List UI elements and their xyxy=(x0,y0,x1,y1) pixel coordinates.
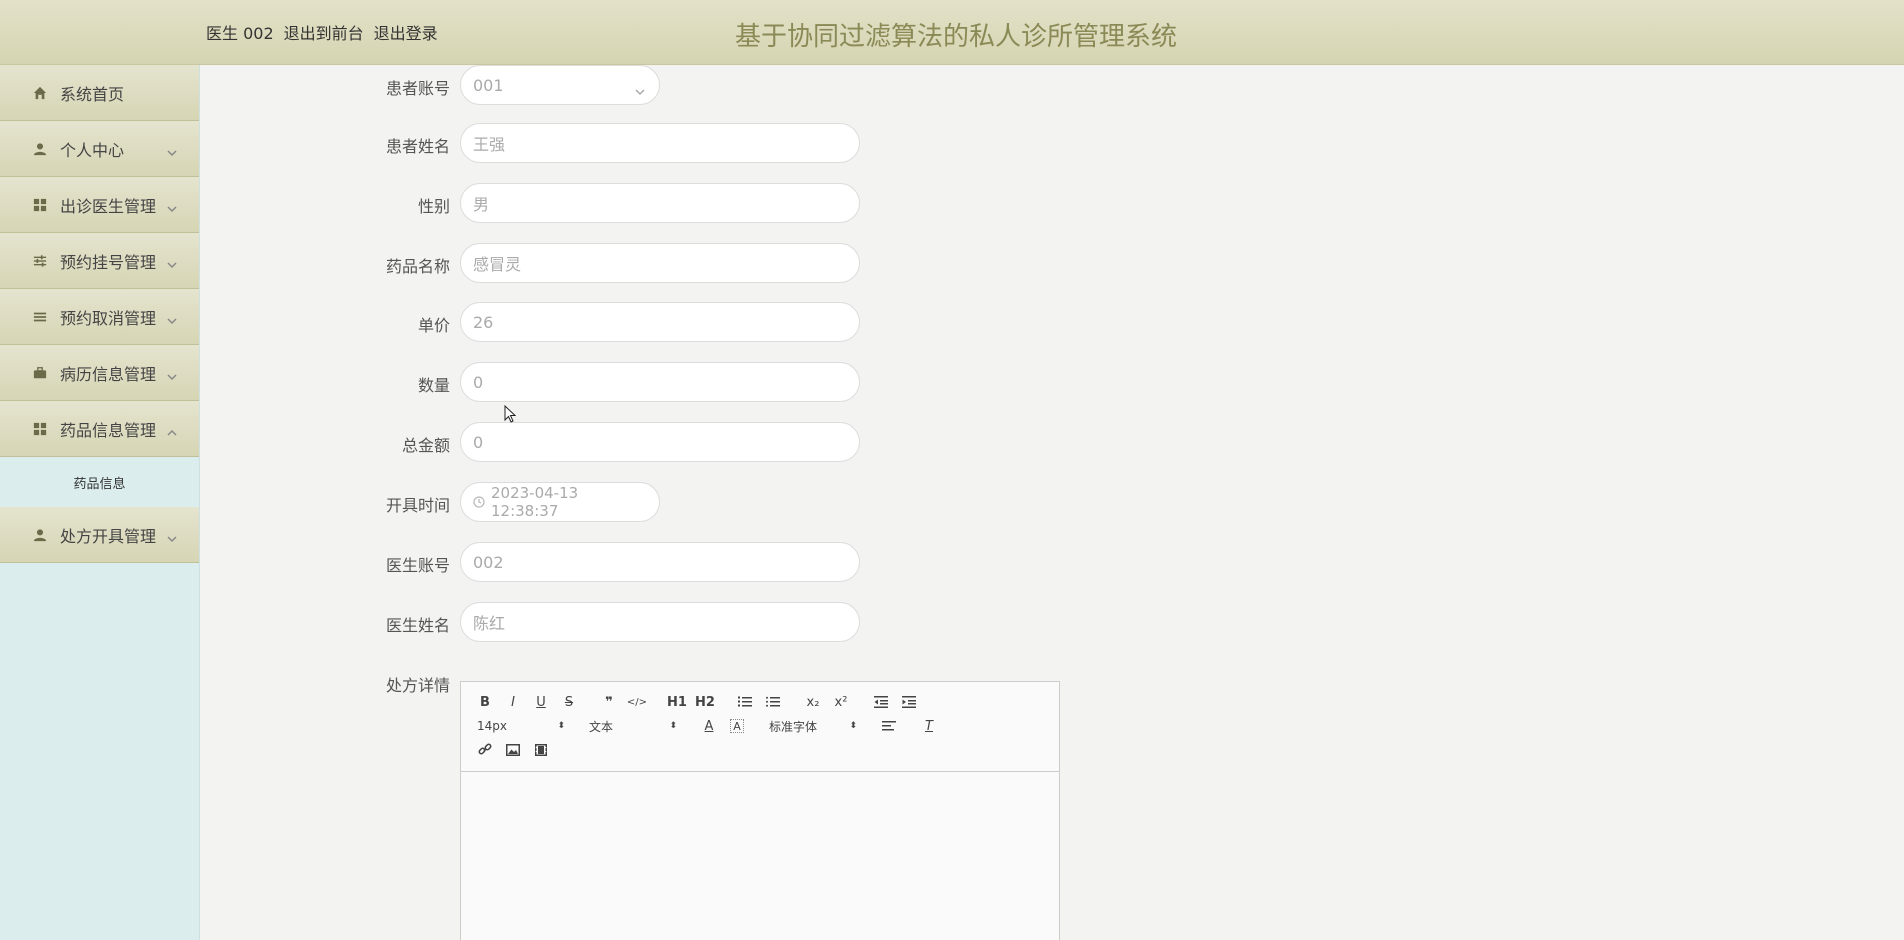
field-label: 医生姓名 xyxy=(385,616,450,635)
blockquote-icon[interactable]: ❞ xyxy=(595,690,623,714)
chevron-down-icon xyxy=(167,311,177,325)
patient-account-select[interactable]: 001 xyxy=(460,65,660,105)
quantity-input[interactable]: 0 xyxy=(460,362,860,402)
strikethrough-icon[interactable]: S xyxy=(555,690,583,714)
subscript-icon[interactable]: x₂ xyxy=(799,690,827,714)
clear-format-icon[interactable]: T xyxy=(915,714,943,738)
chevron-down-icon xyxy=(167,255,177,269)
unit-price-input[interactable]: 26 xyxy=(460,302,860,342)
list-icon xyxy=(32,309,48,325)
ordered-list-icon[interactable] xyxy=(731,690,759,714)
font-color-icon[interactable]: A xyxy=(695,714,723,738)
chevron-down-icon xyxy=(167,529,177,543)
doctor-name-input[interactable]: 陈红 xyxy=(460,602,860,642)
code-block-icon[interactable]: </> xyxy=(623,690,651,714)
user-icon xyxy=(32,141,48,157)
underline-icon[interactable]: U xyxy=(527,690,555,714)
image-icon[interactable] xyxy=(499,738,527,762)
sidebar-item-prescription-management[interactable]: 处方开具管理 xyxy=(0,507,199,563)
sidebar-item-medical-record-management[interactable]: 病历信息管理 xyxy=(0,345,199,401)
top-header: 医生 002 退出到前台 退出登录 基于协同过滤算法的私人诊所管理系统 xyxy=(0,0,1904,65)
align-icon[interactable] xyxy=(875,714,903,738)
sidebar-item-label: 个人中心 xyxy=(60,140,125,160)
grid-icon xyxy=(32,421,48,437)
video-icon[interactable] xyxy=(527,738,555,762)
chevron-down-icon xyxy=(167,367,177,381)
page-title: 基于协同过滤算法的私人诊所管理系统 xyxy=(734,22,1177,52)
grid-icon xyxy=(32,197,48,213)
field-label: 数量 xyxy=(417,376,450,395)
text-type-select[interactable]: 文本 ⬍ xyxy=(583,714,683,738)
field-label: 单价 xyxy=(417,316,450,335)
user-icon xyxy=(32,527,48,543)
clock-icon xyxy=(473,496,485,508)
sidebar-subitem-label: 药品信息 xyxy=(73,476,126,492)
sidebar-item-appointment-management[interactable]: 预约挂号管理 xyxy=(0,233,199,289)
sidebar-item-label: 预约挂号管理 xyxy=(60,252,157,272)
sidebar-item-home[interactable]: 系统首页 xyxy=(0,65,199,121)
chevron-down-icon xyxy=(635,81,645,96)
field-label: 患者姓名 xyxy=(385,137,450,156)
sidebar-item-drug-management[interactable]: 药品信息管理 xyxy=(0,401,199,457)
indent-icon[interactable] xyxy=(895,690,923,714)
field-label: 总金额 xyxy=(401,436,450,455)
field-label: 开具时间 xyxy=(385,496,450,515)
field-label: 患者账号 xyxy=(385,79,450,98)
bullet-list-icon[interactable] xyxy=(759,690,787,714)
sidebar-item-doctor-management[interactable]: 出诊医生管理 xyxy=(0,177,199,233)
total-amount-input[interactable]: 0 xyxy=(460,422,860,462)
sidebar-item-personal-center[interactable]: 个人中心 xyxy=(0,121,199,177)
heading1-icon[interactable]: H1 xyxy=(663,690,691,714)
field-label: 药品名称 xyxy=(385,257,450,276)
field-label: 医生账号 xyxy=(385,556,450,575)
doctor-account-input[interactable]: 002 xyxy=(460,542,860,582)
drug-name-input[interactable]: 感冒灵 xyxy=(460,243,860,283)
briefcase-icon xyxy=(32,365,48,381)
link-icon[interactable] xyxy=(471,738,499,762)
chevron-down-icon xyxy=(167,199,177,213)
home-icon xyxy=(32,85,48,101)
field-label: 处方详情 xyxy=(385,676,450,695)
superscript-icon[interactable]: x² xyxy=(827,690,855,714)
sidebar-item-label: 处方开具管理 xyxy=(60,526,157,546)
sidebar-item-label: 病历信息管理 xyxy=(60,364,157,384)
mouse-cursor-icon xyxy=(504,404,517,423)
sliders-icon xyxy=(32,253,48,269)
editor-content-area[interactable] xyxy=(461,772,1059,940)
sidebar-item-cancellation-management[interactable]: 预约取消管理 xyxy=(0,289,199,345)
prescription-detail-editor: B I U S ❞ </> H1 H2 x₂ x² 14px ⬍ 文本 ⬍ A … xyxy=(460,681,1060,940)
sidebar-item-label: 预约取消管理 xyxy=(60,308,157,328)
font-family-select[interactable]: 标准字体 ⬍ xyxy=(763,714,863,738)
field-label: 性别 xyxy=(417,197,450,216)
chevron-down-icon xyxy=(167,143,177,157)
font-size-select[interactable]: 14px ⬍ xyxy=(471,714,571,738)
chevron-up-icon xyxy=(167,423,177,436)
bold-icon[interactable]: B xyxy=(471,690,499,714)
outdent-icon[interactable] xyxy=(867,690,895,714)
sidebar-item-label: 药品信息管理 xyxy=(60,420,157,440)
heading2-icon[interactable]: H2 xyxy=(691,690,719,714)
sidebar-subitem-drug-info[interactable]: 药品信息 xyxy=(0,457,199,507)
sidebar-item-label: 出诊医生管理 xyxy=(60,196,157,216)
prescription-form: 患者账号 001 患者姓名 王强 性别 男 药品名称 感冒灵 单价 26 数量 … xyxy=(200,65,1904,940)
background-color-icon[interactable]: A xyxy=(730,719,744,733)
gender-input[interactable]: 男 xyxy=(460,183,860,223)
editor-toolbar: B I U S ❞ </> H1 H2 x₂ x² 14px ⬍ 文本 ⬍ A … xyxy=(461,682,1059,772)
issue-time-picker[interactable]: 2023-04-13 12:38:37 xyxy=(460,482,660,522)
sidebar-item-label: 系统首页 xyxy=(60,84,125,104)
italic-icon[interactable]: I xyxy=(499,690,527,714)
sidebar: 系统首页 个人中心 出诊医生管理 预约挂号管理 预约取消管理 病历信息管理 药品… xyxy=(0,65,200,940)
patient-name-input[interactable]: 王强 xyxy=(460,123,860,163)
